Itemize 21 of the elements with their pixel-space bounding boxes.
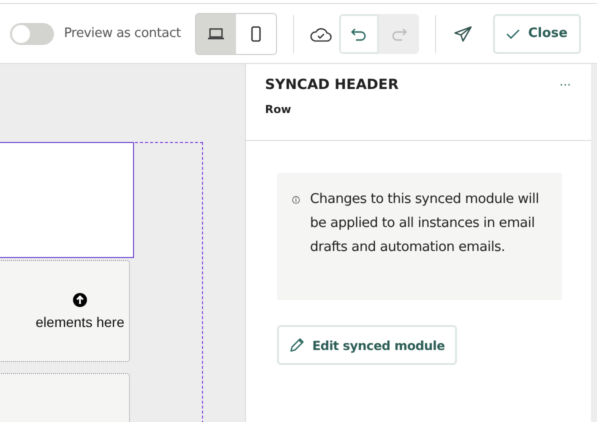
drop-zone-text: elements here — [36, 314, 124, 330]
redo-arrow-icon — [390, 26, 408, 40]
preview-label: Preview as contact — [64, 26, 181, 41]
more-options-button[interactable]: ··· — [560, 78, 571, 92]
panel-title: SYNCAD HEADER — [265, 77, 399, 93]
paper-plane-icon[interactable] — [452, 24, 473, 42]
pencil-icon — [289, 337, 306, 353]
panel-subtitle: Row — [265, 103, 292, 116]
selected-block[interactable] — [0, 142, 134, 258]
notice-text: Changes to this synced module will be applied to all instances in email drafts and automation emails. — [310, 190, 540, 257]
phone-icon — [250, 26, 261, 42]
arrow-up-circle-icon — [72, 292, 88, 308]
drop-zone[interactable]: elements here — [0, 260, 130, 362]
laptop-icon — [206, 26, 225, 40]
desktop-view-button[interactable] — [196, 14, 236, 54]
undo-button[interactable] — [338, 14, 379, 54]
check-icon — [506, 28, 520, 40]
close-button[interactable]: Close — [492, 14, 581, 54]
edit-synced-module-button[interactable]: Edit synced module — [277, 325, 457, 365]
undo-arrow-icon — [350, 26, 368, 40]
preview-toggle[interactable] — [10, 22, 54, 44]
